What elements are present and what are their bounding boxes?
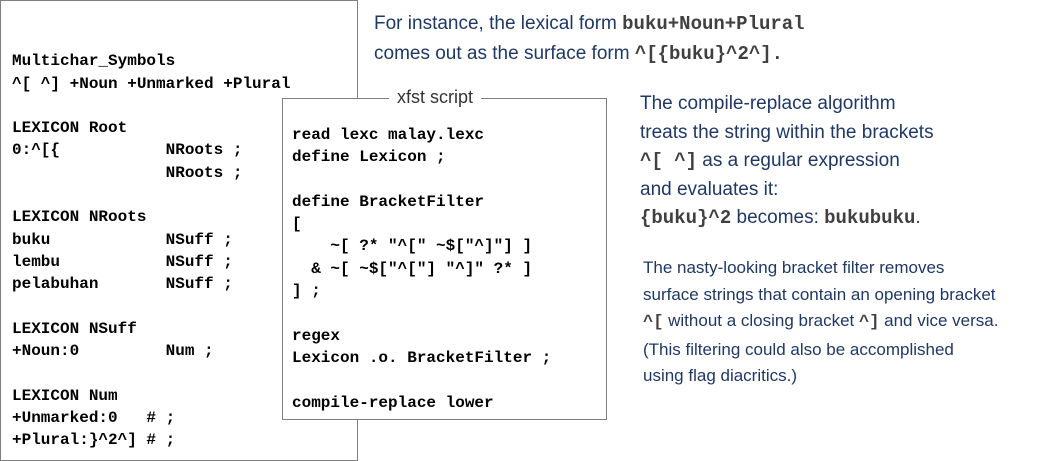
xfst-code-line: ] ;	[292, 282, 321, 301]
bracket-filter-line-1: The nasty-looking bracket filter removes	[643, 258, 945, 277]
compile-replace-line-1: The compile-replace algorithm	[640, 93, 896, 114]
lexc-code-line: +Plural:}^2^] # ;	[12, 431, 176, 450]
example-note: For instance, the lexical form buku+Noun…	[374, 9, 805, 69]
compile-replace-text-3: as a regular expression	[697, 150, 900, 171]
compile-replace-end-5: .	[915, 207, 921, 228]
xfst-code-line: define BracketFilter	[292, 192, 485, 211]
lexc-code-line: +Noun:0 Num ;	[12, 342, 214, 361]
xfst-code-line: define Lexicon ;	[292, 148, 446, 167]
xfst-script-panel: xfst script read lexc malay.lexc define …	[282, 86, 607, 420]
bracket-filter-line-5: using flag diacritics.)	[643, 366, 798, 385]
compile-replace-line-5: {buku}^2 becomes: bukubuku.	[640, 204, 934, 233]
lexc-code-line: +Unmarked:0 # ;	[12, 409, 176, 428]
xfst-code-line: compile-replace lower	[292, 393, 494, 412]
open-bracket-code: ^[	[643, 313, 664, 332]
xfst-code-line: Lexicon .o. BracketFilter ;	[292, 348, 552, 367]
lexc-code-line: LEXICON NSuff	[12, 319, 137, 338]
lexc-code-line: LEXICON Root	[12, 119, 128, 138]
compile-replace-note: The compile-replace algorithm treats the…	[640, 90, 934, 233]
compile-replace-line-2: treats the string within the brackets	[640, 121, 934, 143]
regex-code: {buku}^2	[640, 207, 732, 229]
example-line-2: comes out as the surface form ^[{buku}^2…	[374, 39, 805, 69]
bracket-filter-text-3b: and vice versa.	[879, 311, 999, 330]
bracket-filter-text-3a: without a closing bracket	[663, 311, 860, 330]
surface-form-code: ^[{buku}^2^].	[634, 43, 784, 65]
xfst-source-code: read lexc malay.lexc define Lexicon ; de…	[292, 124, 551, 414]
bracket-filter-line-2: surface strings that contain an opening …	[643, 284, 996, 304]
xfst-script-title: xfst script	[389, 86, 482, 108]
example-text-1: For instance, the lexical form	[374, 13, 623, 34]
close-bracket-code: ^]	[859, 313, 880, 332]
lexc-code-line: ^[ ^] +Noun +Unmarked +Plural	[12, 74, 291, 93]
bracket-filter-line-3: ^[ without a closing bracket ^] and vice…	[643, 308, 998, 337]
xfst-code-line: regex	[292, 326, 341, 345]
lexical-form-code: buku+Noun+Plural	[622, 13, 805, 35]
lexc-code-line: lembu NSuff ;	[12, 252, 233, 271]
lexc-code-line: 0:^[{ NRoots ;	[12, 141, 243, 160]
compile-replace-line-3: ^[ ^] as a regular expression	[640, 147, 934, 176]
lexc-code-line: buku NSuff ;	[12, 230, 233, 249]
result-code: bukubuku	[824, 207, 916, 229]
compile-replace-line-4: and evaluates it:	[640, 178, 779, 200]
xfst-code-line: ~[ ?* "^[" ~$["^]"] ]	[292, 237, 533, 256]
bracket-filter-line-4: (This filtering could also be accomplish…	[643, 339, 954, 359]
lexc-code-line: NRoots ;	[12, 163, 243, 182]
lexc-code-line: pelabuhan NSuff ;	[12, 275, 233, 294]
bracket-code: ^[ ^]	[640, 150, 698, 172]
xfst-code-line: [	[292, 215, 302, 234]
bracket-filter-note: The nasty-looking bracket filter removes…	[643, 255, 998, 390]
lexc-code-line: LEXICON NRoots	[12, 208, 147, 227]
example-text-2: comes out as the surface form	[374, 43, 635, 64]
xfst-code-line: read lexc malay.lexc	[292, 126, 485, 144]
lexc-source-code: Multichar_Symbols ^[ ^] +Noun +Unmarked …	[12, 28, 290, 452]
lexc-code-line: Multichar_Symbols	[12, 52, 176, 71]
compile-replace-text-5: becomes:	[731, 207, 825, 228]
example-line-1: For instance, the lexical form buku+Noun…	[374, 9, 805, 39]
xfst-code-line: & ~[ ~$["^["] "^]" ?* ]	[292, 259, 533, 278]
lexc-code-line: LEXICON Num	[12, 386, 118, 405]
